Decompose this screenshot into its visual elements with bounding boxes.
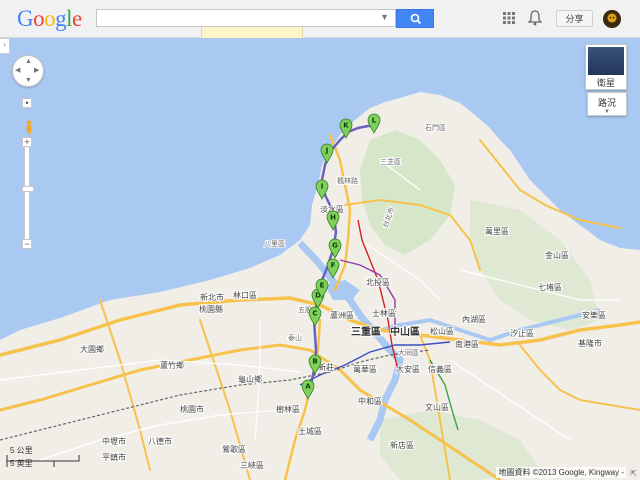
label-daan: 大安區: [396, 364, 420, 374]
label-jinshan: 金山區: [545, 250, 569, 260]
label-taoyuan-county: 桃園縣: [199, 304, 223, 314]
route-marker-letter: C: [312, 310, 317, 318]
side-panel-toggle[interactable]: ›: [0, 38, 10, 54]
traffic-dropdown[interactable]: 路況 ▼: [587, 92, 627, 116]
route-marker-letter: L: [372, 117, 377, 125]
top-bar: Google ▼ 分享: [0, 0, 640, 38]
label-datong: 大同區: [398, 348, 419, 357]
label-guishan: 龜山鄉: [238, 374, 262, 384]
label-songshan: 松山區: [430, 326, 454, 336]
label-shilin: 士林區: [372, 308, 396, 318]
zoom-dot-icon[interactable]: •: [22, 98, 32, 108]
share-button[interactable]: 分享: [556, 10, 593, 27]
traffic-label: 路況: [597, 98, 616, 108]
label-sanzhi: 三芝區: [380, 157, 401, 166]
zoom-slider-track[interactable]: [24, 140, 30, 244]
notifications-bell-icon[interactable]: [528, 10, 542, 26]
label-nangang: 南港區: [455, 339, 479, 349]
label-zhongshan: 中山區: [390, 325, 420, 338]
search-icon: [410, 13, 422, 25]
logo-letter: g: [55, 6, 67, 31]
street-view-pegman-icon[interactable]: [24, 120, 34, 134]
label-bali: 八里區: [264, 240, 285, 248]
search-button[interactable]: [396, 9, 434, 28]
label-beitou: 北投區: [366, 277, 390, 287]
logo-letter: G: [17, 6, 34, 31]
route-marker-letter: F: [331, 262, 336, 270]
label-zhongli: 中壢市: [102, 436, 126, 446]
logo-letter: o: [33, 6, 45, 31]
label-keelung: 基隆市: [578, 338, 602, 348]
route-marker-letter: H: [330, 214, 336, 222]
label-neihu: 內湖區: [462, 315, 486, 324]
pan-down-icon[interactable]: ▼: [25, 77, 32, 84]
pan-control-icon[interactable]: ▲ ▼ ◀ ▶: [12, 55, 44, 87]
label-wanhua: 萬華區: [353, 364, 377, 374]
apps-grid-icon[interactable]: [503, 12, 515, 24]
route-marker-letter: J: [325, 147, 329, 155]
label-pingzhen: 平鎮市: [102, 452, 126, 462]
google-logo[interactable]: Google: [17, 6, 82, 32]
route-marker-letter: K: [343, 122, 349, 130]
zoom-in-button[interactable]: +: [22, 137, 32, 147]
satellite-label: 衛星: [596, 78, 615, 88]
satellite-thumbnail: [588, 47, 624, 75]
search-input[interactable]: ▼: [96, 9, 396, 27]
label-zhonghe: 中和區: [358, 396, 382, 406]
label-sanxia: 三峽區: [240, 460, 264, 470]
logo-letter: e: [72, 6, 82, 31]
label-taoyuan-city: 桃園市: [180, 404, 204, 414]
label-taishan: 泰山: [288, 333, 302, 342]
map-canvas[interactable]: 石門區 三芝區 楓林路 淡水區 北投區 士林區 中山區 三重區 蘆洲區 五股 泰…: [0, 38, 640, 480]
label-tucheng: 土城區: [298, 426, 322, 436]
label-shimen: 石門區: [425, 124, 446, 132]
label-fengshu: 楓林路: [337, 176, 358, 185]
label-bade: 八德市: [148, 436, 172, 446]
label-xindian: 新店區: [390, 440, 414, 450]
label-xizhi: 汐止區: [510, 328, 534, 338]
route-marker-letter: A: [305, 383, 311, 391]
scale-mi: 5 英里: [10, 459, 33, 468]
label-sanchong: 三重區: [351, 325, 381, 338]
zoom-slider-handle[interactable]: [22, 186, 34, 192]
avatar-icon[interactable]: [603, 10, 621, 28]
label-dayuan: 大園鄉: [80, 344, 104, 354]
map-copyright[interactable]: 地圖資料 ©2013 Google, Kingway -: [496, 467, 626, 478]
logo-letter: o: [44, 6, 56, 31]
chevron-down-icon[interactable]: ▼: [380, 12, 389, 22]
label-shulin: 樹林區: [276, 404, 300, 414]
label-wanli: 萬里區: [485, 226, 509, 236]
scale-bar: 5 公里 5 英里: [6, 445, 86, 475]
label-wenshan: 文山區: [425, 402, 449, 412]
label-yingge: 鶯歌區: [222, 444, 246, 454]
route-marker-letter: G: [332, 242, 338, 250]
label-anle: 安樂區: [582, 310, 606, 320]
zoom-out-button[interactable]: −: [22, 239, 32, 249]
pan-right-icon[interactable]: ▶: [34, 67, 39, 74]
satellite-view-button[interactable]: 衛星: [585, 44, 627, 90]
route-marker-letter: I: [321, 183, 324, 191]
expand-icon[interactable]: ⇱: [630, 469, 637, 478]
chevron-down-icon: ▼: [604, 109, 610, 115]
route-marker-letter: E: [320, 282, 325, 290]
label-newtaipei-county: 新北市: [200, 292, 224, 302]
label-luzhou: 蘆洲區: [330, 310, 354, 320]
pan-left-icon[interactable]: ◀: [15, 67, 20, 74]
pan-up-icon[interactable]: ▲: [25, 58, 32, 65]
route-marker-letter: B: [312, 358, 317, 366]
label-linkou: 林口區: [233, 290, 257, 300]
label-qidu: 七堵區: [538, 282, 562, 292]
label-xinyi: 信義區: [428, 364, 452, 374]
label-luzhu: 蘆竹鄉: [160, 360, 184, 370]
